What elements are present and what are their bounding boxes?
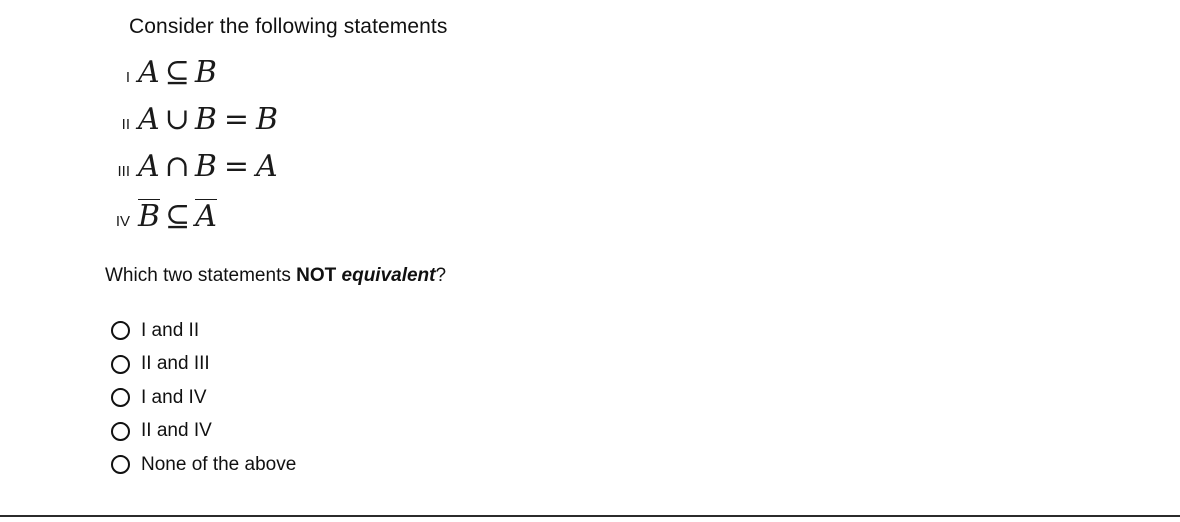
statement-numeral: I bbox=[125, 69, 130, 86]
statement-numeral: III bbox=[117, 163, 130, 180]
option-label: II and IV bbox=[141, 420, 212, 442]
question-trail: ? bbox=[435, 265, 447, 286]
question-text: Which two statements NOT equivalent? bbox=[105, 263, 446, 289]
set-operator-icon: ⊆ bbox=[164, 55, 190, 90]
statement-expression: A ∩ B = A bbox=[138, 152, 278, 182]
radio-button-icon[interactable] bbox=[111, 354, 130, 374]
option-label: I and II bbox=[141, 319, 200, 341]
statement-expression: A ∪ B = B bbox=[138, 105, 278, 135]
bottom-divider bbox=[0, 515, 1180, 517]
option-label: II and III bbox=[141, 353, 210, 375]
option-none-of-the-above[interactable]: None of the above bbox=[111, 448, 296, 482]
statement-right-operand: B bbox=[194, 102, 217, 137]
statement-numeral: II bbox=[121, 116, 130, 133]
question-emphasis-equivalent: equivalent bbox=[341, 265, 436, 286]
statement-row: II A ∪ B = B bbox=[96, 105, 656, 152]
statement-right-operand: B bbox=[194, 149, 217, 184]
set-operator-icon: ⊆ bbox=[165, 199, 191, 234]
statement-result-operand: A bbox=[256, 149, 278, 184]
equals-sign: = bbox=[223, 102, 249, 137]
statement-left-operand: A bbox=[138, 149, 160, 184]
complement-overline-left: B bbox=[138, 199, 161, 234]
option-i-and-ii[interactable]: I and II bbox=[111, 314, 296, 348]
statement-right-operand: B bbox=[194, 55, 217, 90]
question-page: Consider the following statements I A ⊆ B … bbox=[0, 0, 1180, 522]
option-label: I and IV bbox=[141, 386, 207, 408]
statement-row: III A ∩ B = A bbox=[96, 152, 656, 199]
statement-row: IV B ⊆ A bbox=[96, 199, 656, 246]
statement-expression: B ⊆ A bbox=[138, 199, 217, 232]
question-lead: Which two statements bbox=[105, 265, 297, 286]
radio-button-icon[interactable] bbox=[111, 321, 130, 341]
option-ii-and-iv[interactable]: II and IV bbox=[111, 415, 296, 449]
radio-button-icon[interactable] bbox=[111, 388, 130, 408]
statement-left-operand: A bbox=[138, 55, 160, 90]
prompt-heading: Consider the following statements bbox=[129, 15, 448, 38]
option-i-and-iv[interactable]: I and IV bbox=[111, 381, 296, 415]
set-operator-icon: ∩ bbox=[164, 149, 190, 184]
statement-result-operand: B bbox=[256, 102, 279, 137]
radio-button-icon[interactable] bbox=[111, 421, 130, 441]
set-operator-icon: ∪ bbox=[164, 102, 190, 137]
option-ii-and-iii[interactable]: II and III bbox=[111, 348, 296, 382]
question-emphasis-not: NOT bbox=[296, 265, 337, 286]
statement-left-operand: A bbox=[138, 102, 160, 137]
complement-overline-right: A bbox=[195, 199, 217, 234]
statement-expression: A ⊆ B bbox=[138, 58, 217, 88]
option-label: None of the above bbox=[141, 453, 297, 475]
equals-sign: = bbox=[223, 149, 249, 184]
statement-row: I A ⊆ B bbox=[96, 58, 656, 105]
answer-options-group: I and II II and III I and IV II and IV N… bbox=[111, 314, 296, 482]
statement-list: I A ⊆ B II A ∪ B = B III A ∩ B = A IV B ⊆ A bbox=[96, 58, 656, 246]
radio-button-icon[interactable] bbox=[111, 455, 130, 475]
statement-numeral: IV bbox=[115, 213, 130, 230]
